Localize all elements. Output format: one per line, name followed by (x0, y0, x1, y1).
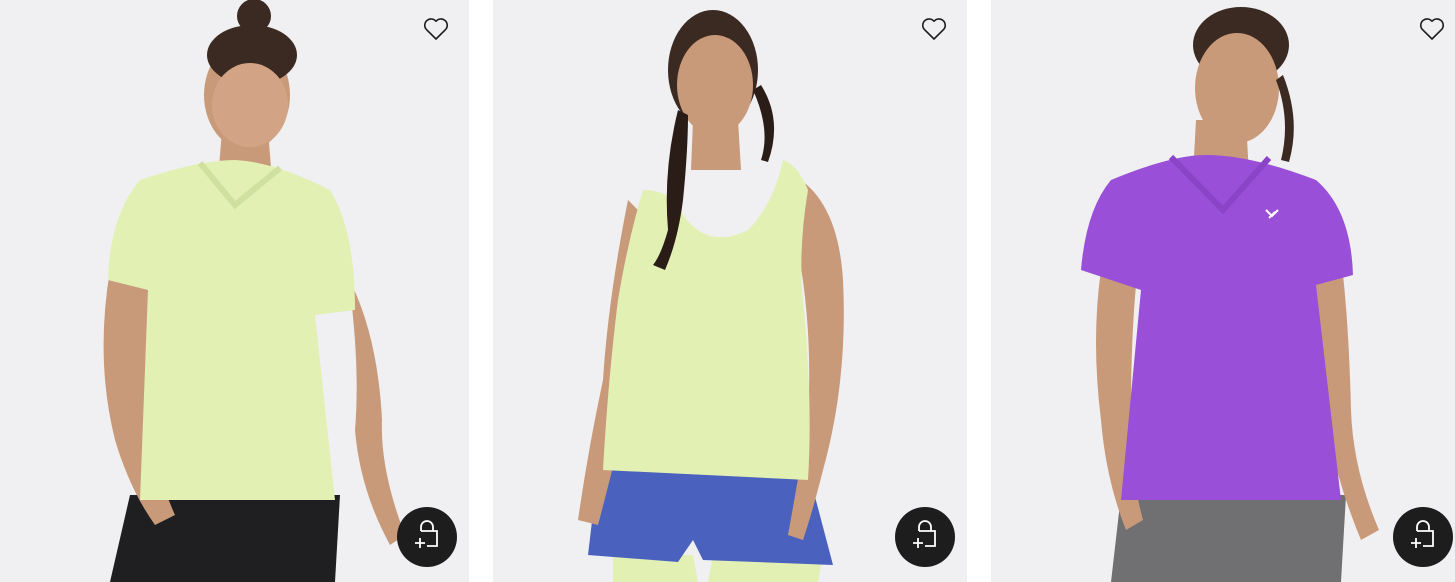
heart-outline-icon (921, 17, 947, 46)
quick-add-button[interactable] (895, 507, 955, 567)
heart-outline-icon (1419, 17, 1445, 46)
product-card[interactable] (0, 0, 469, 582)
wishlist-button[interactable] (1417, 16, 1447, 46)
product-image[interactable] (991, 0, 1455, 582)
wishlist-button[interactable] (421, 16, 451, 46)
bag-plus-icon (1407, 519, 1439, 556)
product-image[interactable] (0, 0, 469, 582)
product-card[interactable] (493, 0, 967, 582)
heart-outline-icon (423, 17, 449, 46)
product-image[interactable] (493, 0, 967, 582)
bag-plus-icon (411, 519, 443, 556)
quick-add-button[interactable] (1393, 507, 1453, 567)
bag-plus-icon (909, 519, 941, 556)
quick-add-button[interactable] (397, 507, 457, 567)
product-card[interactable] (991, 0, 1455, 582)
wishlist-button[interactable] (919, 16, 949, 46)
product-grid (0, 0, 1455, 582)
